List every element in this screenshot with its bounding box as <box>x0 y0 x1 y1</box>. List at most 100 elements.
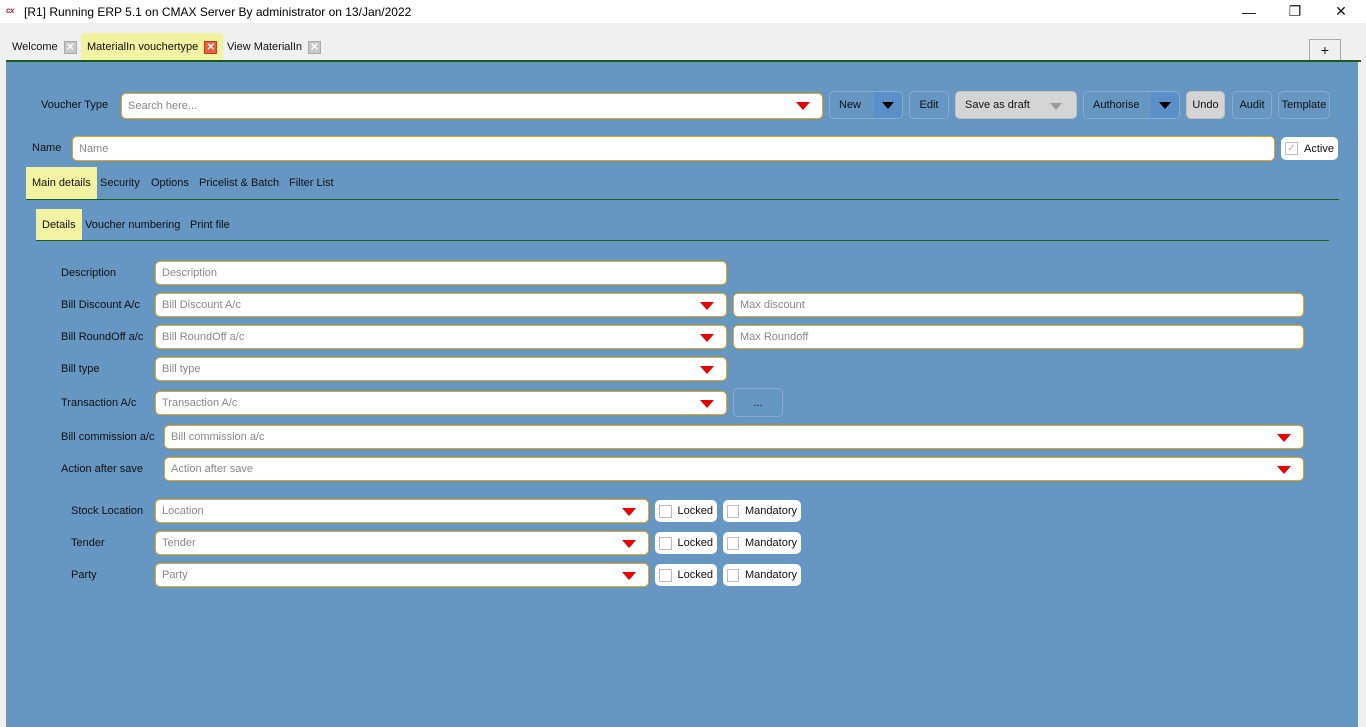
voucher-type-label: Voucher Type <box>41 99 109 111</box>
action-after-save-placeholder: Action after save <box>171 463 253 475</box>
description-label: Description <box>61 267 117 279</box>
name-placeholder: Name <box>79 142 109 155</box>
max-discount-placeholder: Max discount <box>740 299 805 311</box>
locked-label: Locked <box>677 505 713 517</box>
close-tab-icon[interactable]: ✕ <box>204 40 218 54</box>
stock-location-mandatory-checkbox[interactable]: Mandatory <box>723 500 801 522</box>
checkbox-icon <box>727 536 740 550</box>
save-as-draft-button[interactable]: Save as draft <box>955 91 1077 119</box>
window-title: [R1] Running ERP 5.1 on CMAX Server By a… <box>24 5 412 19</box>
dropdown-arrow-icon[interactable] <box>700 334 714 342</box>
bill-roundoff-placeholder: Bill RoundOff a/c <box>162 331 245 343</box>
checkbox-icon <box>727 568 740 582</box>
template-button[interactable]: Template <box>1278 91 1330 119</box>
undo-button[interactable]: Undo <box>1186 91 1225 119</box>
app-logo-icon: cx <box>6 6 14 15</box>
voucher-type-panel: Voucher Type Search here... New Edit Sav… <box>6 62 1358 727</box>
doc-tab-label: MaterialIn vouchertype <box>87 41 199 53</box>
doc-tab-welcome[interactable]: Welcome ✕ <box>6 33 83 61</box>
name-label: Name <box>32 142 62 154</box>
audit-button[interactable]: Audit <box>1232 91 1272 119</box>
maximize-button[interactable]: ❐ <box>1272 0 1318 23</box>
tab-main-details[interactable]: Main details <box>26 167 97 199</box>
party-select[interactable]: Party <box>155 563 649 587</box>
tender-placeholder: Tender <box>162 537 196 549</box>
dropdown-arrow-icon[interactable] <box>700 366 714 374</box>
active-label: Active <box>1304 142 1334 155</box>
transaction-ac-select[interactable]: Transaction A/c <box>155 391 727 415</box>
authorise-label: Authorise <box>1093 99 1140 111</box>
voucher-type-search[interactable]: Search here... <box>121 93 823 119</box>
subtab-voucher-numbering[interactable]: Voucher numbering <box>79 209 186 240</box>
mandatory-label: Mandatory <box>745 569 797 581</box>
tender-locked-checkbox[interactable]: Locked <box>655 532 717 554</box>
tab-security[interactable]: Security <box>94 167 146 199</box>
new-dropdown-toggle[interactable] <box>874 92 902 118</box>
new-button-label: New <box>839 99 862 111</box>
stock-location-select[interactable]: Location <box>155 499 649 523</box>
checkbox-icon <box>659 504 672 518</box>
locked-label: Locked <box>677 569 713 581</box>
action-after-save-select[interactable]: Action after save <box>164 457 1304 481</box>
close-tab-icon[interactable]: ✕ <box>308 40 321 54</box>
tab-pricelist-batch[interactable]: Pricelist & Batch <box>193 167 285 199</box>
dropdown-arrow-icon[interactable] <box>1277 466 1291 474</box>
window-titlebar: cx [R1] Running ERP 5.1 on CMAX Server B… <box>0 0 1366 23</box>
new-button[interactable]: New <box>829 91 903 119</box>
dropdown-arrow-icon[interactable] <box>622 540 636 548</box>
dropdown-arrow-icon[interactable] <box>796 102 810 110</box>
dropdown-arrow-icon[interactable] <box>700 302 714 310</box>
dropdown-arrow-icon[interactable] <box>622 508 636 516</box>
tender-select[interactable]: Tender <box>155 531 649 555</box>
party-mandatory-checkbox[interactable]: Mandatory <box>723 564 801 586</box>
bill-commission-select[interactable]: Bill commission a/c <box>164 425 1304 449</box>
description-input[interactable]: Description <box>155 261 727 285</box>
dropdown-arrow-icon[interactable] <box>700 400 714 408</box>
tender-label: Tender <box>71 537 105 549</box>
checkbox-icon <box>659 568 672 582</box>
subtab-details[interactable]: Details <box>36 209 82 240</box>
subtab-print-file[interactable]: Print file <box>184 209 236 240</box>
bill-discount-select[interactable]: Bill Discount A/c <box>155 293 727 317</box>
tab-options[interactable]: Options <box>145 167 195 199</box>
party-placeholder: Party <box>162 569 188 581</box>
locked-label: Locked <box>677 537 713 549</box>
doc-tab-label: View MaterialIn <box>227 41 302 53</box>
dropdown-arrow-icon[interactable] <box>1277 434 1291 442</box>
voucher-type-search-placeholder: Search here... <box>128 100 198 112</box>
max-roundoff-input[interactable]: Max Roundoff <box>733 325 1304 349</box>
close-icon: ✕ <box>1335 3 1347 19</box>
add-tab-button[interactable]: + <box>1309 39 1341 61</box>
sub-tabs-divider <box>36 240 1329 241</box>
doc-tab-view-materialin[interactable]: View MaterialIn ✕ <box>221 33 327 61</box>
authorise-button[interactable]: Authorise <box>1083 91 1180 119</box>
minimize-icon: — <box>1242 3 1256 20</box>
tender-mandatory-checkbox[interactable]: Mandatory <box>723 532 801 554</box>
authorise-dropdown-toggle[interactable] <box>1151 92 1179 118</box>
active-checkbox[interactable]: ✓ Active <box>1281 137 1338 160</box>
max-discount-input[interactable]: Max discount <box>733 293 1304 317</box>
transaction-ac-more-button[interactable]: ... <box>733 388 783 417</box>
party-label: Party <box>71 569 97 581</box>
main-tabs-divider <box>26 199 1339 200</box>
bill-type-select[interactable]: Bill type <box>155 357 727 381</box>
doc-tab-materialin-vouchertype[interactable]: MaterialIn vouchertype ✕ <box>81 33 224 61</box>
transaction-ac-placeholder: Transaction A/c <box>162 397 238 409</box>
minimize-button[interactable]: — <box>1226 0 1272 23</box>
close-tab-icon[interactable]: ✕ <box>63 40 77 54</box>
bill-type-placeholder: Bill type <box>162 363 201 375</box>
stock-location-locked-checkbox[interactable]: Locked <box>655 500 717 522</box>
close-window-button[interactable]: ✕ <box>1318 0 1364 23</box>
bill-type-label: Bill type <box>61 363 100 375</box>
action-after-save-label: Action after save <box>61 463 143 475</box>
party-locked-checkbox[interactable]: Locked <box>655 564 717 586</box>
edit-button[interactable]: Edit <box>909 91 949 119</box>
bill-discount-label: Bill Discount A/c <box>61 299 140 311</box>
bill-roundoff-label: Bill RoundOff a/c <box>61 331 144 343</box>
dropdown-arrow-icon[interactable] <box>622 572 636 580</box>
name-input[interactable]: Name <box>72 136 1275 161</box>
tab-filter-list[interactable]: Filter List <box>283 167 340 199</box>
bill-commission-label: Bill commission a/c <box>61 431 155 443</box>
bill-roundoff-select[interactable]: Bill RoundOff a/c <box>155 325 727 349</box>
document-tab-strip: Welcome ✕ MaterialIn vouchertype ✕ View … <box>0 23 1366 61</box>
